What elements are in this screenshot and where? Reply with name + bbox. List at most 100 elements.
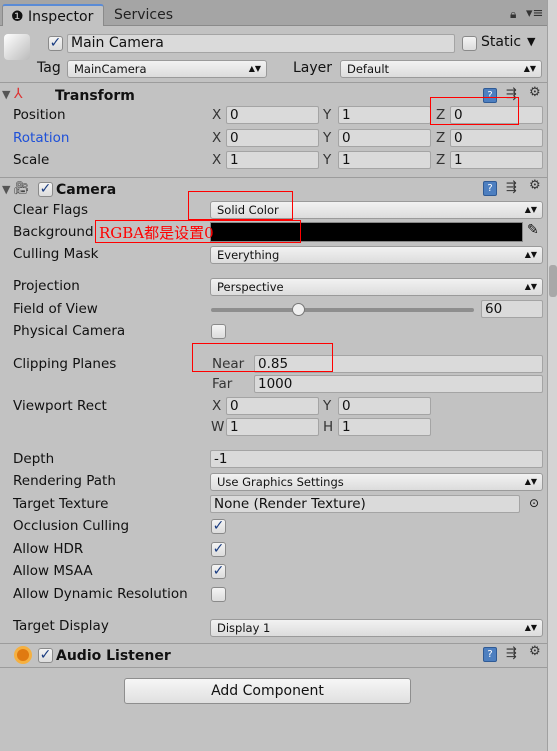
object-picker-icon[interactable]: ⊙ xyxy=(529,496,539,510)
depth-input[interactable]: -1 xyxy=(210,450,543,468)
clear-flags-label: Clear Flags xyxy=(13,202,88,218)
static-checkbox[interactable] xyxy=(462,36,477,51)
y-label: Y xyxy=(323,398,332,414)
static-dropdown-icon[interactable]: ▼ xyxy=(527,35,535,48)
z-label: Z xyxy=(436,130,446,146)
depth-label: Depth xyxy=(13,451,55,467)
y-label: Y xyxy=(323,152,332,168)
audio-listener-title: Audio Listener xyxy=(56,648,171,664)
divider xyxy=(0,667,547,668)
x-label: X xyxy=(212,107,222,123)
culling-mask-dropdown[interactable]: Everything ▲▼ xyxy=(210,246,543,264)
gear-icon[interactable]: ⚙ xyxy=(529,644,541,659)
eyedropper-icon[interactable]: ✎ xyxy=(527,222,539,238)
preset-icon[interactable]: ⇶ xyxy=(506,646,517,661)
rendering-path-label: Rendering Path xyxy=(13,473,116,489)
allow-hdr-label: Allow HDR xyxy=(13,541,84,557)
target-display-label: Target Display xyxy=(13,618,109,634)
menu-icon[interactable]: ▾≡ xyxy=(526,6,543,21)
viewport-w-input[interactable]: 1 xyxy=(226,418,319,436)
projection-label: Projection xyxy=(13,278,80,294)
tab-services[interactable]: Services xyxy=(106,4,181,26)
divider xyxy=(0,82,547,83)
x-label: X xyxy=(212,152,222,168)
gear-icon[interactable]: ⚙ xyxy=(529,85,541,100)
camera-icon: 🎥︎ xyxy=(13,181,30,196)
target-display-dropdown[interactable]: Display 1 ▲▼ xyxy=(210,619,543,637)
position-x-input[interactable]: 0 xyxy=(226,106,319,124)
fov-slider-track[interactable] xyxy=(211,308,474,312)
scale-y-input[interactable]: 1 xyxy=(338,151,431,169)
transform-axes-icon: ⅄ xyxy=(14,86,23,102)
y-label: Y xyxy=(323,130,332,146)
fov-slider-thumb[interactable] xyxy=(292,303,306,316)
rendering-path-dropdown[interactable]: Use Graphics Settings ▲▼ xyxy=(210,473,543,491)
annotation-box xyxy=(430,97,519,125)
add-component-button[interactable]: Add Component xyxy=(124,678,411,704)
lock-icon[interactable]: 🔒︎ xyxy=(510,7,516,22)
rotation-label: Rotation xyxy=(13,130,70,146)
active-checkbox[interactable]: ✓ xyxy=(48,36,63,51)
far-input[interactable]: 1000 xyxy=(254,375,543,393)
rotation-z-input[interactable]: 0 xyxy=(450,129,543,147)
fov-input[interactable]: 60 xyxy=(481,300,543,318)
divider xyxy=(0,643,547,644)
camera-enabled-checkbox[interactable]: ✓ xyxy=(38,182,53,197)
audio-listener-icon xyxy=(14,646,32,664)
clipping-planes-label: Clipping Planes xyxy=(13,356,117,372)
allow-msaa-label: Allow MSAA xyxy=(13,563,93,579)
rotation-y-input[interactable]: 0 xyxy=(338,129,431,147)
rotation-x-input[interactable]: 0 xyxy=(226,129,319,147)
annotation-box xyxy=(188,191,293,220)
background-label: Background xyxy=(13,224,94,240)
occlusion-culling-checkbox[interactable]: ✓ xyxy=(211,519,226,534)
transform-title: Transform xyxy=(55,88,135,104)
tag-label: Tag xyxy=(37,60,61,76)
target-texture-field[interactable]: None (Render Texture) xyxy=(210,495,520,513)
allow-hdr-checkbox[interactable]: ✓ xyxy=(211,542,226,557)
x-label: X xyxy=(212,130,222,146)
position-label: Position xyxy=(13,107,66,123)
scale-z-input[interactable]: 1 xyxy=(450,151,543,169)
viewport-rect-label: Viewport Rect xyxy=(13,398,107,414)
culling-mask-label: Culling Mask xyxy=(13,246,99,262)
layer-dropdown[interactable]: Default ▲▼ xyxy=(340,60,542,78)
viewport-h-input[interactable]: 1 xyxy=(338,418,431,436)
physical-camera-checkbox[interactable] xyxy=(211,324,226,339)
gear-icon[interactable]: ⚙ xyxy=(529,178,541,193)
scale-x-input[interactable]: 1 xyxy=(226,151,319,169)
y-label: Y xyxy=(323,107,332,123)
fov-label: Field of View xyxy=(13,301,98,317)
name-input[interactable]: Main Camera xyxy=(67,34,455,53)
physical-camera-label: Physical Camera xyxy=(13,323,126,339)
foldout-icon[interactable]: ▼ xyxy=(2,88,10,101)
h-label: H xyxy=(323,419,334,435)
foldout-icon[interactable]: ▼ xyxy=(2,183,10,196)
allow-dynamic-resolution-checkbox[interactable] xyxy=(211,587,226,602)
tag-dropdown[interactable]: MainCamera ▲▼ xyxy=(67,60,267,78)
viewport-y-input[interactable]: 0 xyxy=(338,397,431,415)
allow-msaa-checkbox[interactable]: ✓ xyxy=(211,564,226,579)
viewport-x-input[interactable]: 0 xyxy=(226,397,319,415)
occlusion-culling-label: Occlusion Culling xyxy=(13,518,130,534)
scale-label: Scale xyxy=(13,152,50,168)
w-label: W xyxy=(211,419,225,435)
audio-listener-enabled-checkbox[interactable]: ✓ xyxy=(38,648,53,663)
help-icon[interactable]: ? xyxy=(483,181,497,196)
annotation-text: RGBA都是设置0 xyxy=(99,224,214,242)
gameobject-cube-icon[interactable] xyxy=(4,34,30,60)
x-label: X xyxy=(212,398,222,414)
target-texture-label: Target Texture xyxy=(13,496,109,512)
preset-icon[interactable]: ⇶ xyxy=(506,180,517,195)
static-label: Static xyxy=(481,34,522,50)
position-y-input[interactable]: 1 xyxy=(338,106,431,124)
z-label: Z xyxy=(436,152,446,168)
tab-inspector[interactable]: ❶ Inspector xyxy=(2,4,104,26)
divider xyxy=(0,177,547,178)
scrollbar[interactable] xyxy=(547,0,557,751)
help-icon[interactable]: ? xyxy=(483,647,497,662)
scrollbar-thumb[interactable] xyxy=(549,265,557,297)
layer-label: Layer xyxy=(293,60,333,76)
projection-dropdown[interactable]: Perspective ▲▼ xyxy=(210,278,543,296)
info-icon: ❶ xyxy=(11,9,29,25)
